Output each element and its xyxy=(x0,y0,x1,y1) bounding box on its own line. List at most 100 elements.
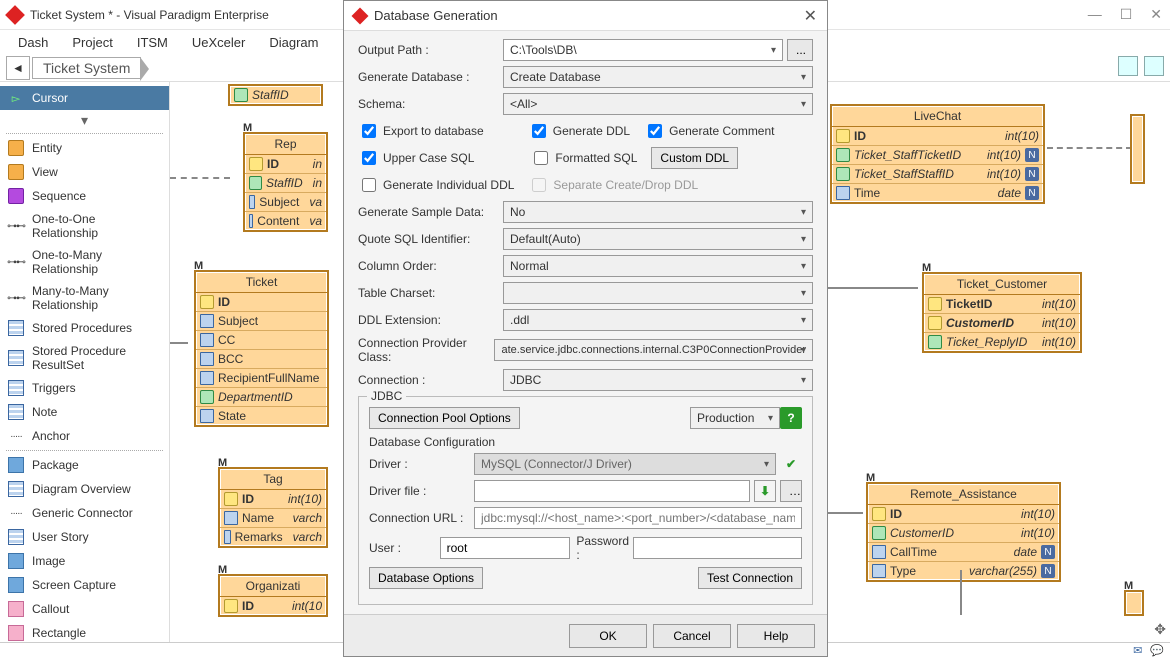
grid-icon xyxy=(8,481,24,497)
palette-item-package[interactable]: Package xyxy=(0,453,169,477)
fk-icon xyxy=(928,335,942,349)
column-icon xyxy=(249,195,255,209)
browse-button[interactable]: ... xyxy=(787,39,813,61)
menu-diagram[interactable]: Diagram xyxy=(269,35,318,50)
maximize-icon[interactable]: ☐ xyxy=(1120,6,1133,23)
menu-dash[interactable]: Dash xyxy=(18,35,48,50)
table-clipped-right[interactable] xyxy=(1130,114,1145,184)
img-icon xyxy=(8,577,24,593)
help-button[interactable]: Help xyxy=(737,624,815,648)
palette-item-user-story[interactable]: User Story xyxy=(0,525,169,549)
pan-icon[interactable]: ✥ xyxy=(1154,621,1166,638)
table-remote-assistance[interactable]: M Remote_Assistance IDint(10) CustomerID… xyxy=(866,482,1061,582)
palette-item-many-to-many-relationship[interactable]: ⊶⊷Many-to-Many Relationship xyxy=(0,280,169,316)
sample-data-select[interactable]: No xyxy=(503,201,813,223)
palette-item-anchor[interactable]: ·····Anchor xyxy=(0,424,169,448)
driver-select[interactable]: MySQL (Connector/J Driver) xyxy=(474,453,776,475)
menu-uexceler[interactable]: UeXceler xyxy=(192,35,245,50)
generate-ddl-checkbox[interactable]: Generate DDL xyxy=(528,121,630,141)
palette-item-cursor[interactable]: ▻Cursor xyxy=(0,86,169,110)
table-organization[interactable]: M Organizati IDint(10 xyxy=(218,574,328,617)
palette-item-stored-procedures[interactable]: Stored Procedures xyxy=(0,316,169,340)
pkg-icon xyxy=(8,457,24,473)
palette-item-one-to-one-relationship[interactable]: ⊶⊷One-to-One Relationship xyxy=(0,208,169,244)
ddl-extension-select[interactable]: .ddl xyxy=(503,309,813,331)
nullable-icon: N xyxy=(1041,545,1055,559)
database-options-button[interactable]: Database Options xyxy=(369,567,483,589)
table-clipped-bottom[interactable]: M xyxy=(1124,590,1144,616)
palette-item-screen-capture[interactable]: Screen Capture xyxy=(0,573,169,597)
connection-provider-select[interactable]: ate.service.jdbc.connections.internal.C3… xyxy=(494,339,813,361)
upper-case-sql-checkbox[interactable]: Upper Case SQL xyxy=(358,148,474,168)
generate-database-label: Generate Database : xyxy=(358,70,503,84)
palette-item-callout[interactable]: Callout xyxy=(0,597,169,621)
column-icon xyxy=(200,314,214,328)
generate-database-select[interactable]: Create Database xyxy=(503,66,813,88)
palette-item-entity[interactable]: Entity xyxy=(0,136,169,160)
dialog-close-icon[interactable]: ✕ xyxy=(804,6,817,26)
table-charset-select[interactable] xyxy=(503,282,813,304)
custom-ddl-button[interactable]: Custom DDL xyxy=(651,147,738,169)
column-icon xyxy=(872,545,886,559)
palette-item-view[interactable]: View xyxy=(0,160,169,184)
column-order-label: Column Order: xyxy=(358,259,503,273)
fk-icon xyxy=(249,176,262,190)
fk-icon xyxy=(836,148,850,162)
connection-pool-options-button[interactable]: Connection Pool Options xyxy=(369,407,520,429)
dot-icon: ····· xyxy=(8,428,24,444)
generate-individual-ddl-checkbox[interactable]: Generate Individual DDL xyxy=(358,175,514,195)
palette-item-image[interactable]: Image xyxy=(0,549,169,573)
user-input[interactable] xyxy=(440,537,570,559)
output-path-input[interactable]: C:\Tools\DB\ xyxy=(503,39,783,61)
breadcrumb[interactable]: Ticket System xyxy=(32,57,141,79)
export-database-checkbox[interactable]: Export to database xyxy=(358,121,484,141)
relationship-line xyxy=(828,287,918,289)
fk-icon xyxy=(836,167,850,181)
table-livechat[interactable]: LiveChat IDint(10) Ticket_StaffTicketIDi… xyxy=(830,104,1045,204)
menu-project[interactable]: Project xyxy=(72,35,112,50)
palette-item-label: Screen Capture xyxy=(32,578,116,592)
driver-file-browse-button[interactable]: … xyxy=(780,480,802,502)
table-rep[interactable]: M Rep IDin StaffIDin Subjectva Contentva xyxy=(243,132,328,232)
connection-select[interactable]: JDBC xyxy=(503,369,813,391)
cancel-button[interactable]: Cancel xyxy=(653,624,731,648)
table-ticket[interactable]: M Ticket ID Subject CC BCC RecipientFull… xyxy=(194,270,329,427)
formatted-sql-checkbox[interactable]: Formatted SQL xyxy=(530,148,637,168)
palette-item-diagram-overview[interactable]: Diagram Overview xyxy=(0,477,169,501)
palette-item-stored-procedure-resultset[interactable]: Stored Procedure ResultSet xyxy=(0,340,169,376)
table-ticket-customer[interactable]: M Ticket_Customer TicketIDint(10) Custom… xyxy=(922,272,1082,353)
password-input[interactable] xyxy=(633,537,802,559)
status-mail-icon[interactable]: ✉ xyxy=(1133,644,1142,657)
grid-icon xyxy=(8,350,24,366)
column-order-select[interactable]: Normal xyxy=(503,255,813,277)
minimize-icon[interactable]: — xyxy=(1088,6,1102,23)
table-tag[interactable]: M Tag IDint(10) Namevarch Remarksvarch xyxy=(218,467,328,548)
nullable-icon: N xyxy=(1025,186,1039,200)
environment-select[interactable]: Production xyxy=(690,407,780,429)
connection-url-input[interactable] xyxy=(474,507,802,529)
palette-item-note[interactable]: Note xyxy=(0,400,169,424)
breadcrumb-back-icon[interactable]: ◄ xyxy=(6,56,30,80)
test-connection-button[interactable]: Test Connection xyxy=(698,567,802,589)
toolbar-btn-1[interactable] xyxy=(1118,56,1138,76)
rel-icon: ⊶⊷ xyxy=(8,254,24,270)
generate-comment-checkbox[interactable]: Generate Comment xyxy=(644,121,774,141)
driver-file-input[interactable] xyxy=(474,480,750,502)
schema-select[interactable]: <All> xyxy=(503,93,813,115)
column-icon xyxy=(200,371,214,385)
help-icon[interactable]: ? xyxy=(780,407,802,429)
menu-itsm[interactable]: ITSM xyxy=(137,35,168,50)
user-label: User : xyxy=(369,541,440,555)
palette-item-generic-connector[interactable]: ·····Generic Connector xyxy=(0,501,169,525)
toolbar-btn-2[interactable] xyxy=(1144,56,1164,76)
close-icon[interactable]: ✕ xyxy=(1150,6,1162,23)
palette-more-icon[interactable]: ▾ xyxy=(0,110,169,131)
palette-item-sequence[interactable]: Sequence xyxy=(0,184,169,208)
download-icon[interactable]: ⬇ xyxy=(754,480,776,502)
quote-sql-select[interactable]: Default(Auto) xyxy=(503,228,813,250)
ok-button[interactable]: OK xyxy=(569,624,647,648)
palette-item-triggers[interactable]: Triggers xyxy=(0,376,169,400)
status-chat-icon[interactable]: 💬 xyxy=(1150,644,1164,657)
palette-item-one-to-many-relationship[interactable]: ⊶⊷One-to-Many Relationship xyxy=(0,244,169,280)
table-staff[interactable]: StaffID xyxy=(228,84,323,106)
